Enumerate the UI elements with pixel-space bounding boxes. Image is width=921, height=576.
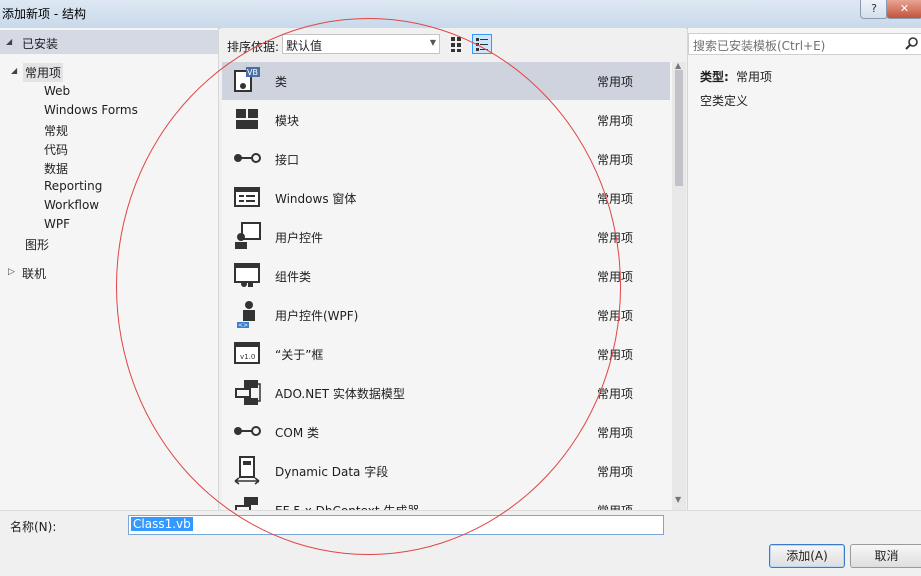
item-name: EF 5.x DbContext 生成器 <box>275 502 419 510</box>
search-icon[interactable] <box>905 36 919 50</box>
item-category: 常用项 <box>597 309 634 323</box>
list-item-wpf-user-control[interactable]: <> 用户控件(WPF) 常用项 <box>222 296 670 334</box>
dbcontext-icon <box>232 494 262 510</box>
tree-item-web[interactable]: Web <box>44 84 70 98</box>
item-name: Dynamic Data 字段 <box>275 465 389 479</box>
list-item-user-control[interactable]: 用户控件 常用项 <box>222 218 670 256</box>
item-category: 常用项 <box>597 465 634 479</box>
window-title: 添加新项 - 结构 <box>2 7 86 21</box>
list-item-interface[interactable]: 接口 常用项 <box>222 140 670 178</box>
about-box-icon: v1.0 <box>232 338 262 368</box>
item-name: 组件类 <box>275 270 312 284</box>
item-name: 用户控件 <box>275 231 324 245</box>
item-name: 接口 <box>275 153 300 167</box>
component-class-icon <box>232 260 262 290</box>
item-category: 常用项 <box>597 153 634 167</box>
list-item-dbcontext[interactable]: EF 5.x DbContext 生成器 常用项 <box>222 491 670 510</box>
list-scrollbar[interactable]: ▲ ▼ <box>672 61 686 510</box>
name-field-value: Class1.vb <box>131 517 193 531</box>
search-box[interactable]: 搜索已安装模板(Ctrl+E) <box>688 33 921 55</box>
item-category: 常用项 <box>597 114 634 128</box>
list-item-class[interactable]: VB 类 常用项 <box>222 62 670 100</box>
item-name: 用户控件(WPF) <box>275 309 359 323</box>
wpf-user-control-icon: <> <box>232 299 262 329</box>
add-button[interactable]: 添加(A) <box>769 544 845 568</box>
tree-item-online[interactable]: 联机 <box>22 265 46 282</box>
search-input[interactable]: 搜索已安装模板(Ctrl+E) <box>693 37 825 54</box>
sort-label: 排序依据: <box>227 40 280 54</box>
item-category: 常用项 <box>597 387 634 401</box>
expanded-triangle-icon[interactable]: ◢ <box>6 37 12 46</box>
item-name: “关于”框 <box>275 348 324 362</box>
tree-item-data[interactable]: 数据 <box>44 160 68 177</box>
item-name: 类 <box>275 75 288 89</box>
tree-item-code[interactable]: 代码 <box>44 141 68 158</box>
item-category: 常用项 <box>597 75 634 89</box>
com-class-icon <box>232 416 262 446</box>
module-icon <box>232 104 262 134</box>
item-category: 常用项 <box>597 426 634 440</box>
close-button[interactable]: ✕ <box>886 0 921 19</box>
windows-form-icon <box>232 182 262 212</box>
interface-icon <box>232 143 262 173</box>
list-item-windows-form[interactable]: Windows 窗体 常用项 <box>222 179 670 217</box>
svg-text:v1.0: v1.0 <box>240 353 255 361</box>
sort-value: 默认值 <box>286 39 323 53</box>
type-label: 类型: <box>700 70 729 84</box>
type-value: 常用项 <box>736 70 773 84</box>
title-bar: 添加新项 - 结构 ? ✕ <box>0 0 921 29</box>
entity-model-icon <box>232 377 262 407</box>
template-tree-panel: ◢ 已安装 ◢ 常用项 Web Windows Forms 常规 代码 数据 R… <box>0 28 219 510</box>
grid-view-icon <box>451 37 461 52</box>
svg-text:VB: VB <box>247 68 258 77</box>
template-list: VB 类 常用项 模块 常用项 接口 常用项 Windows 窗体 常用项 用户… <box>222 62 672 510</box>
item-description: 空类定义 <box>700 94 749 108</box>
item-category: 常用项 <box>597 502 633 510</box>
bottom-bar: 名称(N): Class1.vb 添加(A) 取消 <box>0 510 921 576</box>
tree-item-general[interactable]: 常规 <box>44 122 68 139</box>
list-item-dynamic-data[interactable]: Dynamic Data 字段 常用项 <box>222 452 670 490</box>
list-item-module[interactable]: 模块 常用项 <box>222 101 670 139</box>
item-name: 模块 <box>275 114 300 128</box>
help-button[interactable]: ? <box>860 0 888 19</box>
item-category: 常用项 <box>597 192 634 206</box>
tree-item-graphics[interactable]: 图形 <box>25 236 49 253</box>
item-name: Windows 窗体 <box>275 192 357 206</box>
list-item-component-class[interactable]: 组件类 常用项 <box>222 257 670 295</box>
tree-item-reporting[interactable]: Reporting <box>44 179 102 193</box>
details-panel: 搜索已安装模板(Ctrl+E) 类型: 常用项 空类定义 <box>687 28 921 510</box>
list-item-about-box[interactable]: v1.0 “关于”框 常用项 <box>222 335 670 373</box>
collapsed-triangle-icon[interactable]: ▷ <box>8 267 15 277</box>
item-name: ADO.NET 实体数据模型 <box>275 387 405 401</box>
item-name: COM 类 <box>275 426 319 440</box>
expanded-triangle-icon[interactable]: ◢ <box>11 66 17 75</box>
class-vb-icon: VB <box>232 65 262 95</box>
scroll-up-icon[interactable]: ▲ <box>675 61 681 70</box>
tree-item-windows-forms[interactable]: Windows Forms <box>44 103 138 117</box>
sort-dropdown[interactable]: 默认值 ▼ <box>282 34 440 54</box>
item-category: 常用项 <box>597 270 634 284</box>
list-toolbar: 排序依据: 默认值 ▼ <box>220 28 686 60</box>
scroll-down-icon[interactable]: ▼ <box>675 495 681 504</box>
cancel-button[interactable]: 取消 <box>850 544 921 568</box>
name-field[interactable]: Class1.vb <box>128 515 664 535</box>
grid-view-button[interactable] <box>448 34 468 54</box>
tree-item-common[interactable]: 常用项 <box>23 63 64 82</box>
tree-item-workflow[interactable]: Workflow <box>44 198 99 212</box>
item-category: 常用项 <box>597 348 634 362</box>
list-view-button[interactable] <box>472 34 492 54</box>
list-item-com-class[interactable]: COM 类 常用项 <box>222 413 670 451</box>
list-item-entity-model[interactable]: ADO.NET 实体数据模型 常用项 <box>222 374 670 412</box>
tree-item-wpf[interactable]: WPF <box>44 217 70 231</box>
scrollbar-thumb[interactable] <box>675 70 683 186</box>
tree-header-label: 已安装 <box>22 37 59 51</box>
svg-text:<>: <> <box>238 322 248 329</box>
name-label: 名称(N): <box>10 520 57 534</box>
user-control-icon <box>232 221 262 251</box>
dropdown-arrow-icon: ▼ <box>429 38 436 47</box>
list-view-icon <box>476 38 488 51</box>
dynamic-data-icon <box>232 455 262 485</box>
item-category: 常用项 <box>597 231 634 245</box>
tree-header-installed[interactable]: ◢ 已安装 <box>0 30 218 54</box>
